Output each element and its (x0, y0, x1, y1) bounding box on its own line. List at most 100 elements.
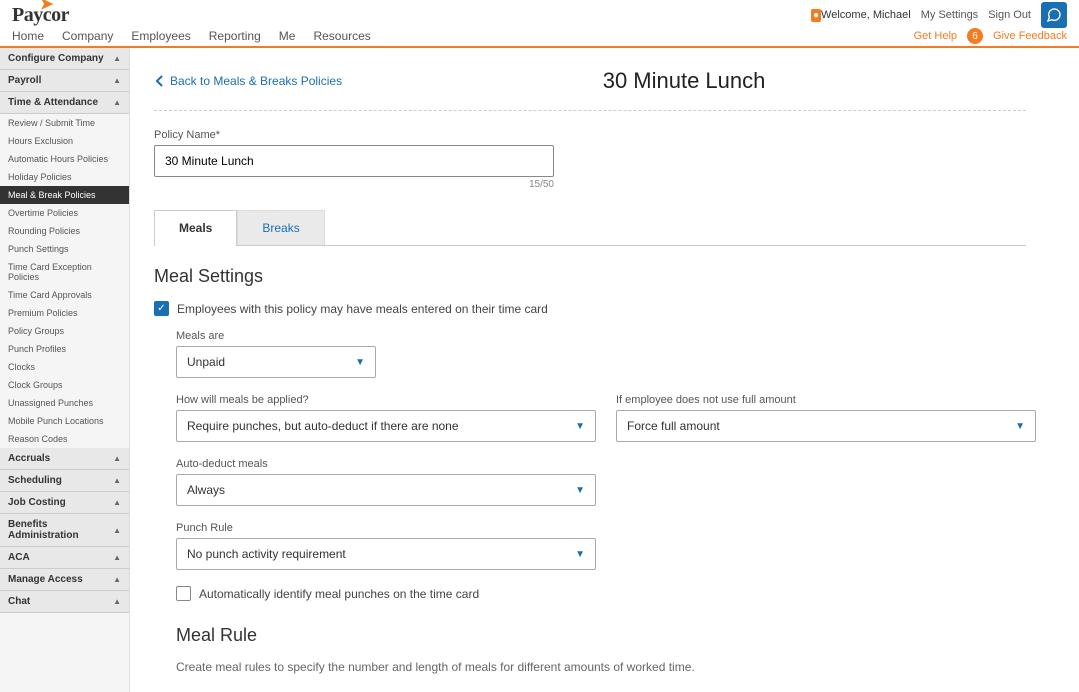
sidebar-section-time-attendance[interactable]: Time & Attendance▲ (0, 92, 129, 114)
sidebar-item-overtime-policies[interactable]: Overtime Policies (0, 204, 129, 222)
caret-icon: ▲ (113, 553, 121, 562)
back-link[interactable]: Back to Meals & Breaks Policies (154, 74, 342, 88)
meal-form: Meals are Unpaid ▼ How will meals be app… (176, 330, 1026, 674)
sidebar-item-clocks[interactable]: Clocks (0, 358, 129, 376)
meal-rule-heading: Meal Rule (176, 625, 1026, 646)
nav-item-resources[interactable]: Resources (313, 29, 370, 43)
sidebar-section-scheduling[interactable]: Scheduling▲ (0, 470, 129, 492)
sidebar-section-chat[interactable]: Chat ▲ (0, 591, 129, 613)
meals-enabled-row: ✓ Employees with this policy may have me… (154, 301, 1026, 316)
how-applied-value: Require punches, but auto-deduct if ther… (187, 419, 459, 433)
sidebar-item-unassigned-punches[interactable]: Unassigned Punches (0, 394, 129, 412)
meals-enabled-checkbox[interactable]: ✓ (154, 301, 169, 316)
sidebar-item-punch-settings[interactable]: Punch Settings (0, 240, 129, 258)
nav-right: Get Help 6 Give Feedback (914, 28, 1067, 44)
top-header: ➤ Paycor ●Welcome, Michael My Settings S… (0, 0, 1079, 26)
user-badge-icon: ● (811, 9, 821, 22)
sidebar-item-punch-profiles[interactable]: Punch Profiles (0, 340, 129, 358)
sidebar-item-review-submit-time[interactable]: Review / Submit Time (0, 114, 129, 132)
sidebar-section-label: ACA (8, 552, 30, 563)
get-help-link[interactable]: Get Help (914, 30, 957, 42)
sidebar-item-reason-codes[interactable]: Reason Codes (0, 430, 129, 448)
help-count-badge[interactable]: 6 (967, 28, 983, 44)
nav-item-me[interactable]: Me (279, 29, 296, 43)
sidebar-item-meal-break-policies[interactable]: Meal & Break Policies (0, 186, 129, 204)
nav-left: Home Company Employees Reporting Me Resources (12, 29, 371, 43)
chevron-down-icon: ▼ (1015, 421, 1025, 432)
meals-enabled-label: Employees with this policy may have meal… (177, 302, 548, 316)
sidebar-item-hours-exclusion[interactable]: Hours Exclusion (0, 132, 129, 150)
sidebar-item-policy-groups[interactable]: Policy Groups (0, 322, 129, 340)
sidebar-item-premium-policies[interactable]: Premium Policies (0, 304, 129, 322)
sidebar-item-rounding-policies[interactable]: Rounding Policies (0, 222, 129, 240)
sidebar-section-label: Scheduling (8, 475, 62, 486)
nav-item-employees[interactable]: Employees (131, 29, 190, 43)
tab-breaks[interactable]: Breaks (237, 210, 324, 245)
nav-item-home[interactable]: Home (12, 29, 44, 43)
sidebar-section-configure-company[interactable]: Configure Company▲ (0, 48, 129, 70)
sidebar-section-label: Chat (8, 596, 30, 607)
content: Back to Meals & Breaks Policies 30 Minut… (130, 48, 1050, 692)
logo-accent-icon: ➤ (40, 0, 53, 14)
sidebar-section-accruals[interactable]: Accruals ▲ (0, 448, 129, 470)
if-not-full-dropdown[interactable]: Force full amount ▼ (616, 410, 1036, 442)
logo-area: ➤ Paycor (12, 4, 69, 27)
page-title: 30 Minute Lunch (342, 68, 1026, 94)
if-not-full-value: Force full amount (627, 419, 720, 433)
caret-icon: ▲ (113, 498, 121, 507)
sidebar-section-benefits-administration[interactable]: Benefits Administration▲ (0, 514, 129, 547)
tabs: MealsBreaks (154, 210, 1026, 246)
punch-rule-dropdown[interactable]: No punch activity requirement ▼ (176, 538, 596, 570)
caret-icon: ▲ (113, 575, 121, 584)
meals-are-dropdown[interactable]: Unpaid ▼ (176, 346, 376, 378)
nav-item-company[interactable]: Company (62, 29, 113, 43)
if-not-full-col: If employee does not use full amount For… (616, 394, 1036, 442)
auto-identify-row: Automatically identify meal punches on t… (176, 586, 1026, 601)
sidebar-section-label: Configure Company (8, 53, 104, 64)
punch-rule-label: Punch Rule (176, 522, 1026, 534)
back-link-text: Back to Meals & Breaks Policies (170, 74, 342, 88)
sidebar-section-payroll[interactable]: Payroll▲ (0, 70, 129, 92)
auto-identify-checkbox[interactable] (176, 586, 191, 601)
caret-icon: ▲ (113, 597, 121, 606)
divider (154, 110, 1026, 111)
chevron-down-icon: ▼ (575, 549, 585, 560)
meal-rule-help: Create meal rules to specify the number … (176, 660, 1026, 674)
sidebar-section-manage-access[interactable]: Manage Access ▲ (0, 569, 129, 591)
sidebar-section-job-costing[interactable]: Job Costing▲ (0, 492, 129, 514)
nav-bar: Home Company Employees Reporting Me Resources… (0, 26, 1079, 48)
sidebar-section-label: Manage Access (8, 574, 83, 585)
sidebar: Configure Company▲Payroll▲Time & Attenda… (0, 48, 130, 692)
chevron-down-icon: ▼ (575, 421, 585, 432)
policy-name-input[interactable] (154, 145, 554, 177)
sidebar-section-label: Time & Attendance (8, 97, 98, 108)
give-feedback-link[interactable]: Give Feedback (993, 30, 1067, 42)
how-applied-label: How will meals be applied? (176, 394, 596, 406)
how-applied-dropdown[interactable]: Require punches, but auto-deduct if ther… (176, 410, 596, 442)
meals-are-label: Meals are (176, 330, 1026, 342)
title-row: Back to Meals & Breaks Policies 30 Minut… (154, 66, 1026, 96)
my-settings-link[interactable]: My Settings (921, 9, 978, 21)
sidebar-item-time-card-approvals[interactable]: Time Card Approvals (0, 286, 129, 304)
logo[interactable]: ➤ Paycor (12, 4, 69, 27)
top-right-links: ●Welcome, Michael My Settings Sign Out (811, 2, 1067, 28)
sidebar-item-mobile-punch-locations[interactable]: Mobile Punch Locations (0, 412, 129, 430)
caret-icon: ▲ (113, 454, 121, 463)
nav-item-reporting[interactable]: Reporting (209, 29, 261, 43)
auto-deduct-dropdown[interactable]: Always ▼ (176, 474, 596, 506)
sidebar-item-holiday-policies[interactable]: Holiday Policies (0, 168, 129, 186)
tab-meals[interactable]: Meals (154, 210, 237, 246)
auto-deduct-group: Auto-deduct meals Always ▼ (176, 458, 1026, 506)
sidebar-item-automatic-hours-policies[interactable]: Automatic Hours Policies (0, 150, 129, 168)
sign-out-link[interactable]: Sign Out (988, 9, 1031, 21)
welcome-name: Michael (873, 9, 911, 21)
chat-icon[interactable] (1041, 2, 1067, 28)
punch-rule-value: No punch activity requirement (187, 547, 346, 561)
main-layout: Configure Company▲Payroll▲Time & Attenda… (0, 48, 1079, 692)
sidebar-section-label: Accruals (8, 453, 50, 464)
chevron-left-icon (154, 74, 164, 88)
how-applied-col: How will meals be applied? Require punch… (176, 394, 596, 442)
sidebar-item-time-card-exception-policies[interactable]: Time Card Exception Policies (0, 258, 129, 286)
sidebar-section-aca[interactable]: ACA ▲ (0, 547, 129, 569)
sidebar-item-clock-groups[interactable]: Clock Groups (0, 376, 129, 394)
